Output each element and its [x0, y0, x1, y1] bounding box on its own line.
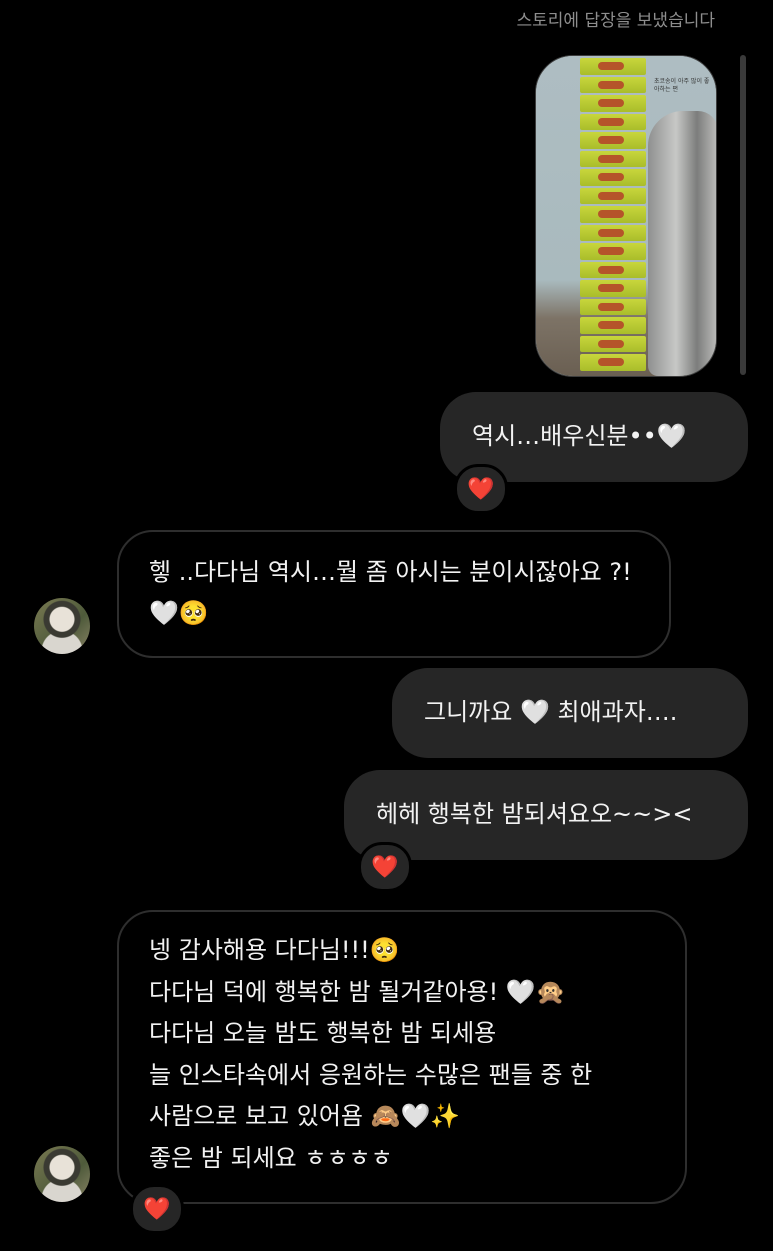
avatar[interactable] — [34, 598, 90, 654]
message-reaction[interactable]: ❤️ — [130, 1184, 184, 1234]
message-text: 넹 감사해용 다다님!!!🥺 다다님 덕에 행복한 밤 될거같아용! 🤍🙊 다다… — [149, 930, 669, 1179]
red-heart-icon: ❤️ — [467, 476, 495, 502]
scrollbar[interactable] — [740, 55, 746, 375]
message-line: 다다님 덕에 행복한 밤 될거같아용! 🤍🙊 — [149, 977, 566, 1006]
message-line: 사람으로 보고 있어욤 🙈🤍✨ — [149, 1102, 461, 1130]
message-bubble-received[interactable]: 헿 ..다다님 역시…뭘 좀 아시는 분이시잖아요 ?!🤍🥺 — [117, 530, 671, 658]
message-bubble-sent[interactable]: 그니까요 🤍 최애과자…. — [392, 668, 748, 758]
snack-box-stack — [580, 58, 646, 376]
red-heart-icon: ❤️ — [371, 854, 399, 880]
message-bubble-sent[interactable]: 헤헤 행복한 밤되셔요오~~>< — [344, 770, 748, 860]
message-reaction[interactable]: ❤️ — [358, 842, 412, 892]
message-reaction[interactable]: ❤️ — [454, 464, 508, 514]
cat-figure — [648, 111, 716, 376]
message-text: 그니까요 🤍 최애과자…. — [424, 698, 678, 726]
message-bubble-received[interactable]: 넹 감사해용 다다님!!!🥺 다다님 덕에 행복한 밤 될거같아용! 🤍🙊 다다… — [117, 910, 687, 1204]
message-text: 헤헤 행복한 밤되셔요오~~>< — [376, 800, 693, 828]
message-line: 다다님 오늘 밤도 행복한 밤 되세용 — [149, 1019, 497, 1047]
red-heart-icon: ❤️ — [143, 1196, 171, 1222]
message-line: 넹 감사해용 다다님!!!🥺 — [149, 936, 400, 964]
story-reply-status: 스토리에 답장을 보냈습니다 — [516, 11, 716, 31]
message-line: 늘 인스타속에서 응원하는 수많은 팬들 중 한 — [149, 1060, 593, 1089]
message-text: 헿 ..다다님 역시…뭘 좀 아시는 분이시잖아요 ?!🤍🥺 — [149, 558, 632, 627]
message-text: 역시…배우신분••🤍 — [472, 422, 687, 450]
story-caption: 초코송이 아주 많이 좋아하는 편 — [654, 78, 710, 93]
avatar[interactable] — [34, 1146, 90, 1202]
message-line: 좋은 밤 되세요 ㅎㅎㅎㅎ — [149, 1143, 393, 1172]
story-reply-image[interactable]: 초코송이 아주 많이 좋아하는 편 — [535, 55, 717, 377]
